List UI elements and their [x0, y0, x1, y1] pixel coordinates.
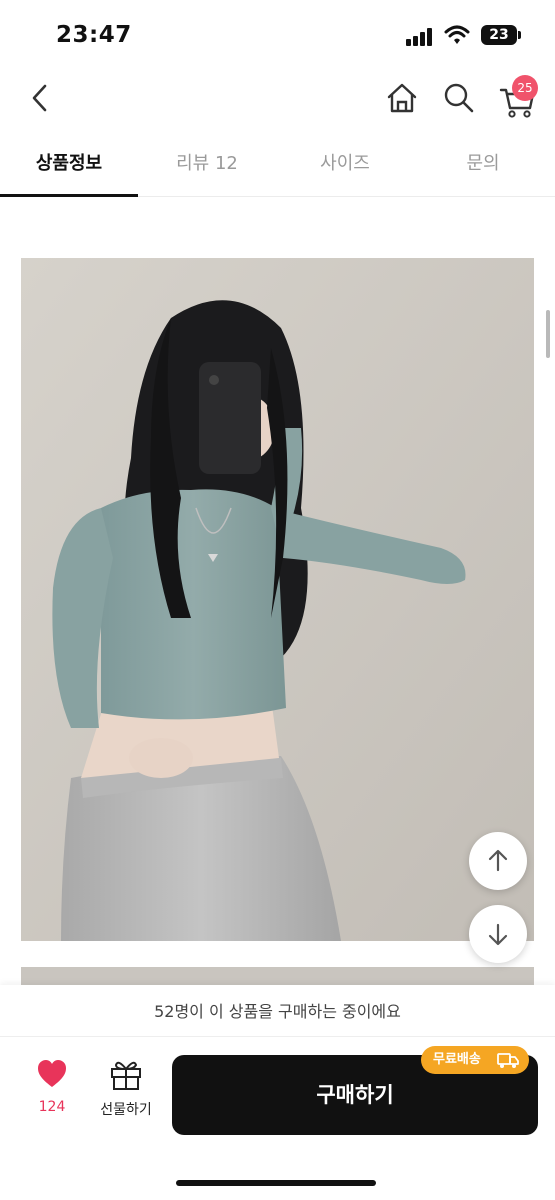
wifi-icon — [444, 25, 470, 44]
top-nav — [0, 70, 555, 130]
free-shipping-badge: 무료배송 — [421, 1046, 529, 1074]
product-image — [21, 258, 534, 941]
battery-icon: 23 — [481, 25, 517, 45]
tab-inquiry[interactable]: 문의 — [414, 135, 552, 197]
status-bar: 23:47 23 — [0, 0, 555, 70]
tab-size[interactable]: 사이즈 — [276, 135, 414, 197]
back-icon[interactable] — [24, 80, 56, 116]
battery-level: 23 — [489, 27, 509, 43]
arrow-up-icon — [488, 849, 508, 872]
like-count: 124 — [38, 1099, 66, 1115]
status-time: 23:47 — [56, 22, 132, 48]
cart-count-badge: 25 — [512, 75, 538, 101]
product-tabs: 상품정보 리뷰 12 사이즈 문의 — [0, 135, 555, 197]
heart-icon — [38, 1060, 66, 1087]
scroll-up-button[interactable] — [469, 832, 527, 890]
free-shipping-label: 무료배송 — [433, 1052, 481, 1067]
home-indicator — [176, 1180, 376, 1186]
active-tab-underline — [0, 194, 138, 197]
signal-icon — [406, 28, 436, 46]
gift-label: 선물하기 — [100, 1102, 152, 1118]
arrow-down-icon — [488, 923, 508, 946]
truck-icon — [497, 1053, 519, 1068]
like-button[interactable]: 124 — [26, 1057, 78, 1127]
home-icon[interactable] — [384, 80, 420, 116]
gift-icon — [111, 1061, 141, 1090]
purchase-activity-notice: 52명이 이 상품을 구매하는 중이에요 — [0, 985, 555, 1037]
bottom-action-bar: 52명이 이 상품을 구매하는 중이에요 124 선물하기 구매하기 — [0, 985, 555, 1200]
scrollbar[interactable] — [546, 310, 550, 358]
battery-cap — [518, 31, 521, 39]
tab-product-info[interactable]: 상품정보 — [0, 135, 138, 197]
tab-reviews[interactable]: 리뷰 12 — [138, 135, 276, 197]
search-icon[interactable] — [441, 80, 477, 116]
scroll-down-button[interactable] — [469, 905, 527, 963]
gift-button[interactable]: 선물하기 — [92, 1057, 160, 1127]
